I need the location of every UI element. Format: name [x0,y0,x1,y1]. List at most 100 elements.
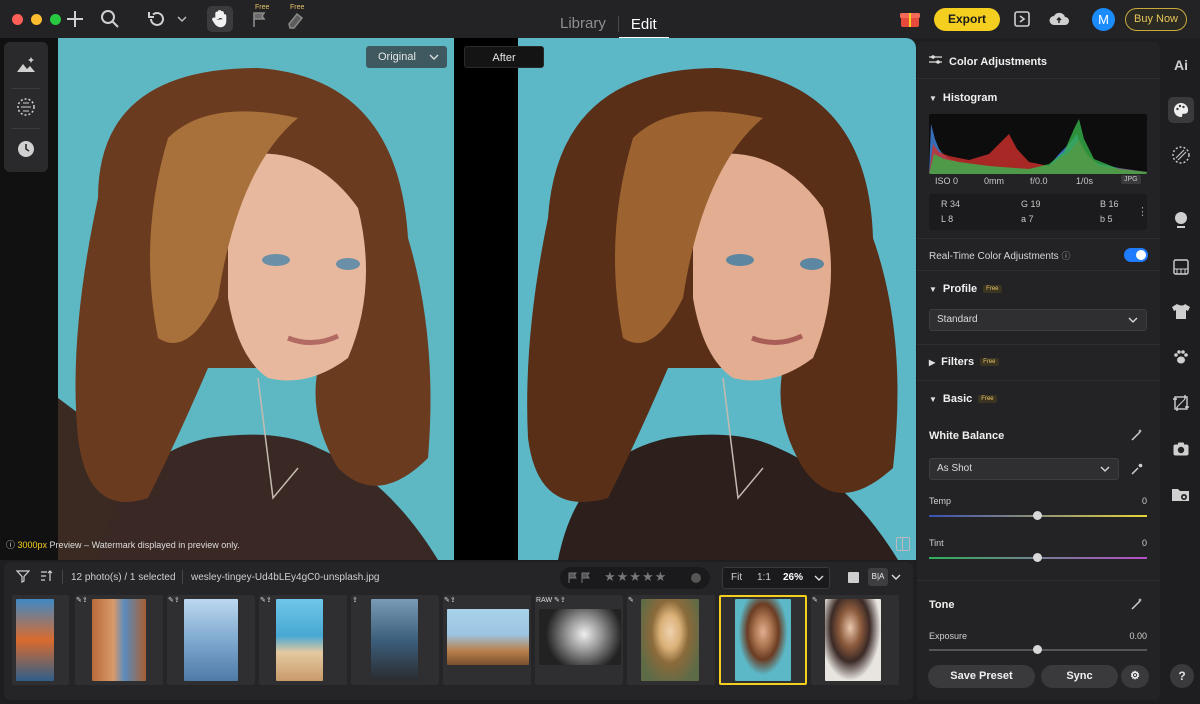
thumbnail-5[interactable]: ⇪ [351,595,439,685]
edited-badge-icon: ✎⇪ [260,597,272,604]
readout-b: B 16 [1100,199,1119,209]
white-balance-select[interactable]: As Shot [929,458,1119,480]
minimize-window-button[interactable] [31,13,42,25]
free-tag: Free [290,4,305,11]
tone-title: Tone [929,599,955,611]
auto-magic-wand-icon[interactable] [1130,428,1144,447]
thumbnail-6[interactable]: ✎⇪ [443,595,531,685]
clothing-icon[interactable] [1170,302,1192,324]
expand-triangle-icon: ▶ [929,358,936,367]
gift-icon[interactable] [898,7,920,29]
titlebar: Free Free Library Edit Export M Buy Now [0,0,1200,39]
photo-canvas[interactable]: Original After ⓘ 3000px Preview – Waterm… [0,38,916,560]
eraser-icon[interactable] [284,8,306,30]
thumbnail-10[interactable]: ✎ [811,595,899,685]
user-avatar[interactable]: M [1092,8,1115,31]
profile-select[interactable]: Standard [929,309,1147,331]
realtime-toggle[interactable] [1124,248,1148,262]
history-clock-icon[interactable] [15,138,37,160]
thumbnail-1[interactable] [12,595,69,685]
help-button[interactable]: ? [1170,664,1194,688]
one-to-one-button[interactable]: 1:1 [757,572,771,583]
window-controls [12,13,61,25]
add-icon[interactable] [64,8,86,30]
section-divider [917,344,1160,345]
thumbnail-4[interactable]: ✎⇪ [259,595,347,685]
info-icon: ⓘ [6,540,18,550]
chevron-down-icon[interactable] [890,568,902,591]
before-photo [58,38,454,560]
camera-icon[interactable] [1170,440,1192,462]
filters-header[interactable]: ▶ Filters Free [929,356,999,368]
filter-icon[interactable] [15,569,31,588]
thumbnail-image [276,599,323,681]
original-view-dropdown[interactable]: Original [366,46,447,68]
crop-icon[interactable] [1170,394,1192,416]
thumbnail-3[interactable]: ✎⇪ [167,595,255,685]
single-view-icon[interactable] [848,572,859,583]
close-window-button[interactable] [12,13,23,25]
search-icon[interactable] [99,8,121,30]
edited-badge-icon: ✎ [812,597,818,604]
after-photo [518,38,916,560]
pet-paw-icon[interactable] [1170,348,1192,370]
export-button[interactable]: Export [934,8,1000,31]
profile-value: Standard [937,314,978,325]
portrait-icon[interactable] [1170,210,1192,232]
thumbnail-9-selected[interactable] [719,595,807,685]
sync-button[interactable]: Sync [1041,665,1118,688]
profile-header[interactable]: ▼ Profile Free [929,283,1002,295]
noise-icon[interactable] [1170,145,1192,167]
split-view-icon[interactable] [896,537,910,551]
exposure-slider-handle[interactable] [1033,645,1042,654]
temp-value[interactable]: 0 [1142,496,1147,506]
buy-now-button[interactable]: Buy Now [1125,8,1187,31]
flag-icons[interactable] [567,571,593,590]
ai-tools-icon[interactable]: Ai [1170,54,1192,76]
adjustments-panel: Color Adjustments ▼ Histogram ISO 0 0mm f… [917,42,1160,700]
exposure-value[interactable]: 0.00 [1129,631,1147,641]
share-panel-icon[interactable] [1011,8,1033,30]
histogram-header[interactable]: ▼ Histogram [929,92,997,104]
panel-title: Color Adjustments [949,56,1047,68]
folder-preview-icon[interactable] [1170,486,1192,508]
thumbnail-8[interactable]: ✎ [627,595,715,685]
temp-slider-handle[interactable] [1033,511,1042,520]
auto-magic-wand-icon[interactable] [1130,597,1144,616]
toolbar-divider [182,570,183,584]
sort-icon[interactable] [39,569,53,588]
color-label-dot[interactable] [691,573,701,583]
flag-reject-icon[interactable] [248,8,270,30]
star-rating[interactable]: ★★★★★ [604,569,667,585]
tint-value[interactable]: 0 [1142,538,1147,548]
thumbnail-2[interactable]: ✎⇪ [75,595,163,685]
basic-header[interactable]: ▼ Basic Free [929,393,997,405]
zoom-level[interactable]: 26% [783,572,803,583]
hand-tool-icon[interactable] [207,6,233,32]
help-circle-icon[interactable]: ⓘ [1061,251,1070,261]
tint-slider-handle[interactable] [1033,553,1042,562]
chevron-down-icon[interactable] [813,568,825,591]
save-preset-button[interactable]: Save Preset [928,665,1035,688]
tool-divider [12,88,40,89]
sync-settings-button[interactable]: ⚙ [1121,665,1149,688]
more-options-icon[interactable]: ⋮ [1137,205,1148,218]
cloud-upload-icon[interactable] [1047,8,1069,30]
tab-edit[interactable]: Edit [618,14,669,39]
noise-reduction-icon[interactable] [15,96,37,118]
landscape-ai-icon[interactable] [15,54,37,76]
maximize-window-button[interactable] [50,13,61,25]
background-icon[interactable] [1170,258,1192,280]
tab-library[interactable]: Library [548,13,618,34]
undo-icon[interactable] [146,8,168,30]
undo-history-chevron-icon[interactable] [171,8,193,30]
collapse-triangle-icon: ▼ [929,94,937,103]
before-after-view-button[interactable]: B|A [868,568,888,586]
tint-label: Tint [929,538,944,548]
panel-header: Color Adjustments [929,54,1047,68]
eyedropper-icon[interactable] [1130,462,1144,481]
exif-info: ISO 0 0mm f/0.0 1/0s JPG [929,175,1147,190]
thumbnail-7[interactable]: RAW ✎⇪ [535,595,623,685]
color-palette-icon[interactable] [1168,97,1194,123]
fit-button[interactable]: Fit [731,572,742,583]
